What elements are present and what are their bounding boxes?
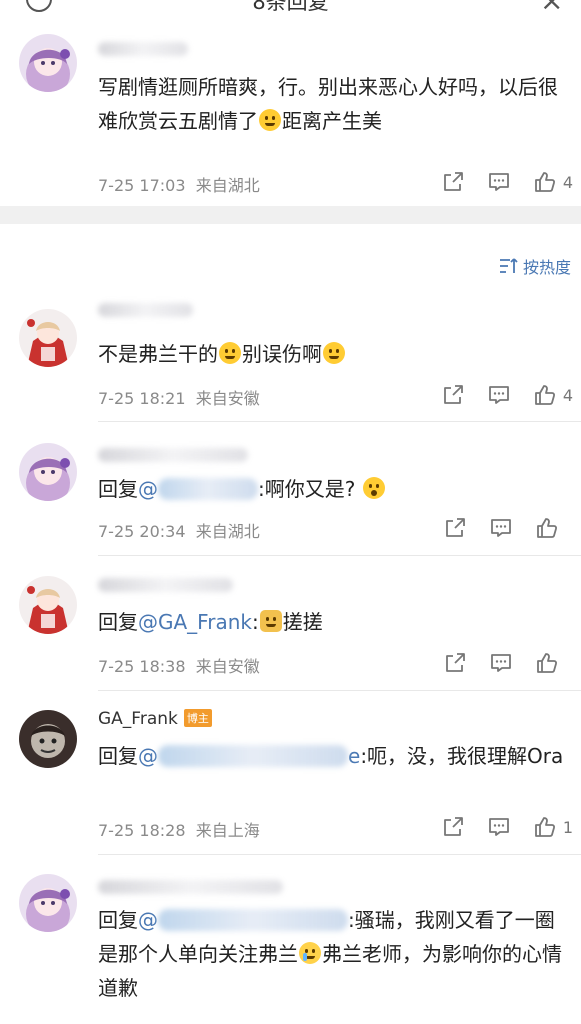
comment-actions: 1 (419, 815, 573, 839)
close-icon[interactable]: × (540, 0, 563, 17)
mention-link[interactable]: @ (138, 744, 158, 768)
surprise-emoji-icon (362, 477, 385, 499)
like-icon (533, 170, 557, 194)
cat-emoji-icon (259, 610, 282, 632)
comment-meta: 7-25 18:28 来自上海 (98, 821, 260, 840)
share-icon (441, 815, 465, 839)
like-button[interactable] (535, 651, 573, 675)
cry-emoji-icon (299, 942, 321, 964)
like-icon (533, 383, 557, 407)
reply-button[interactable] (489, 516, 513, 540)
share-icon (441, 383, 465, 407)
comment-text: 回复@:骚瑞，我刚又看了一圈是那个人单向关注弗兰 弗兰老师，为影响你的心情道歉 (98, 908, 562, 1000)
sweat-emoji-icon (259, 109, 281, 131)
share-button[interactable] (443, 651, 467, 675)
share-button[interactable] (441, 383, 465, 407)
like-icon (533, 815, 557, 839)
sort-icon (499, 258, 518, 273)
comment-text: 回复@ e:呃，没，我很理解Ora (98, 744, 564, 768)
username-redacted (98, 880, 283, 894)
divider (98, 555, 581, 556)
share-button[interactable] (443, 516, 467, 540)
comment-text: 写剧情逛厕所暗爽，行。别出来恶心人好吗，以后很难欣赏云五剧情了 距离产生美 (98, 75, 558, 133)
comment-icon (487, 383, 511, 407)
comment-meta: 7-25 18:38 来自安徽 (98, 657, 260, 676)
comment-icon (487, 170, 511, 194)
reply-button[interactable] (487, 815, 511, 839)
comment-text: 回复@:啊你又是? (98, 472, 568, 506)
sort-by-hot-button[interactable]: 按热度 (499, 254, 571, 278)
comment-actions (421, 516, 573, 540)
avatar[interactable] (19, 576, 77, 634)
like-count: 4 (562, 172, 573, 192)
laugh-cry-emoji-icon (219, 342, 241, 364)
mention-redacted (158, 745, 348, 767)
username-redacted (98, 303, 193, 317)
avatar[interactable] (19, 874, 77, 932)
mention-link[interactable]: @GA_Frank (138, 610, 252, 634)
like-button[interactable] (535, 516, 573, 540)
section-gap (0, 206, 581, 224)
divider (98, 690, 581, 691)
comment-meta: 7-25 17:03 来自湖北 (98, 176, 260, 195)
avatar[interactable] (19, 710, 77, 768)
reply-button[interactable] (489, 651, 513, 675)
reply-button[interactable] (487, 383, 511, 407)
mention-link[interactable]: @ (138, 908, 158, 932)
share-icon (443, 651, 467, 675)
shush-emoji-icon (323, 342, 345, 364)
like-icon (535, 651, 559, 675)
like-button[interactable]: 4 (533, 170, 573, 194)
comment-meta: 7-25 20:34 来自湖北 (98, 522, 260, 541)
avatar[interactable] (19, 443, 77, 501)
comment-icon (489, 516, 513, 540)
avatar[interactable] (19, 309, 77, 367)
username[interactable]: GA_Frank 博主 (98, 709, 212, 729)
share-button[interactable] (441, 815, 465, 839)
share-button[interactable] (441, 170, 465, 194)
comment-text: 不是弗兰干的 别误伤啊 (98, 337, 568, 371)
username-redacted (98, 42, 188, 56)
share-icon (443, 516, 467, 540)
comment-icon (487, 815, 511, 839)
page-title: 8条回复 (252, 0, 329, 14)
divider (98, 421, 581, 422)
comment-actions: 4 (419, 170, 573, 194)
username-redacted (98, 448, 248, 462)
comment-text: 回复@GA_Frank: 搓搓 (98, 610, 323, 634)
mention-redacted (158, 909, 348, 931)
like-icon (535, 516, 559, 540)
comment-meta: 7-25 18:21 来自安徽 (98, 389, 260, 408)
like-count: 4 (562, 385, 573, 405)
comment-actions (421, 651, 573, 675)
like-button[interactable]: 4 (533, 383, 573, 407)
username-redacted (98, 578, 233, 592)
like-button[interactable]: 1 (533, 815, 573, 839)
comment-icon (489, 651, 513, 675)
reply-button[interactable] (487, 170, 511, 194)
share-icon (441, 170, 465, 194)
top-bar: 8条回复 × (0, 0, 581, 28)
avatar[interactable] (19, 34, 77, 92)
author-badge: 博主 (183, 709, 212, 727)
comment-actions: 4 (419, 383, 573, 407)
like-count: 1 (562, 817, 573, 837)
mention-link[interactable]: @ (138, 477, 158, 501)
divider (98, 854, 581, 855)
mention-redacted (158, 478, 258, 500)
